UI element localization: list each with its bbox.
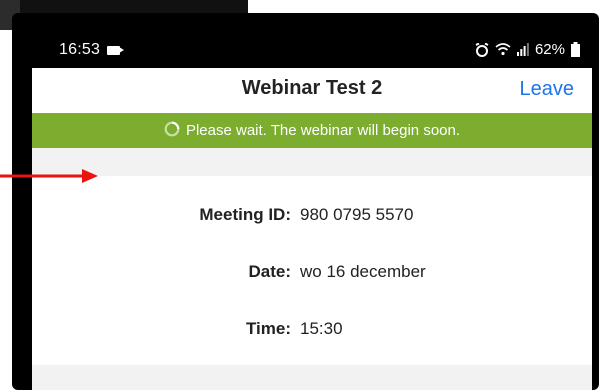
meeting-id-label: Meeting ID: (199, 205, 291, 224)
meeting-id-value: 980 0795 5570 (300, 205, 414, 224)
divider-strip (32, 148, 592, 176)
spinner-icon (164, 121, 180, 141)
page-title: Webinar Test 2 (241, 77, 383, 99)
alarm-icon (475, 42, 489, 57)
meeting-id-row: Meeting ID: 980 0795 5570 (32, 200, 592, 230)
phone-screen: 16:53 62% Webinar Test 2 Leave Please wa… (32, 32, 592, 390)
bottom-strip (32, 365, 592, 390)
time-value: 15:30 (300, 319, 343, 338)
annotation-arrow-icon (0, 169, 98, 183)
video-icon (107, 46, 120, 55)
signal-icon (516, 43, 529, 56)
status-bar: 16:53 62% (32, 32, 592, 68)
leave-button[interactable]: Leave (520, 78, 575, 101)
wifi-icon (495, 43, 511, 56)
date-value: wo 16 december (300, 262, 426, 281)
meeting-header: Webinar Test 2 Leave (32, 68, 592, 110)
battery-icon (571, 42, 580, 57)
date-row: Date: wo 16 december (32, 257, 592, 287)
battery-percentage: 62% (534, 41, 565, 58)
phone-frame: 16:53 62% Webinar Test 2 Leave Please wa… (12, 13, 599, 390)
time-row: Time: 15:30 (32, 314, 592, 344)
time-label: Time: (245, 319, 291, 338)
waiting-banner: Please wait. The webinar will begin soon… (32, 113, 592, 148)
date-label: Date: (248, 262, 291, 281)
status-icons: 62% (475, 41, 580, 58)
banner-message: Please wait. The webinar will begin soon… (185, 122, 461, 139)
meeting-info: Meeting ID: 980 0795 5570 Date: wo 16 de… (32, 176, 592, 346)
status-time: 16:53 (59, 41, 101, 58)
